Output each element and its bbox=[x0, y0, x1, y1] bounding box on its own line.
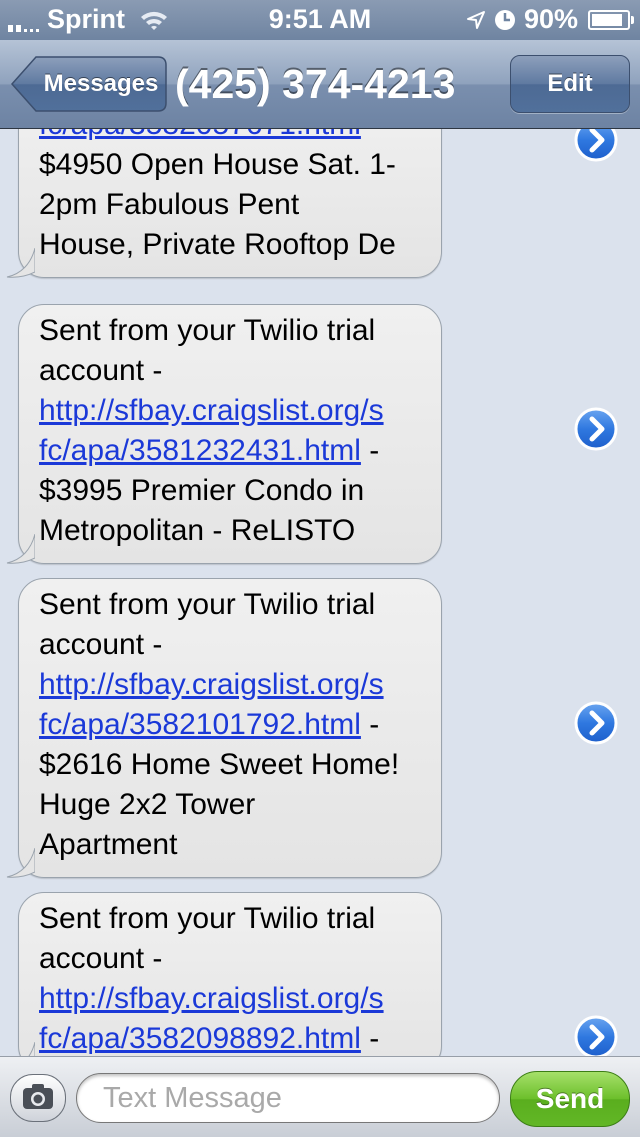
status-bar: Sprint 9:51 AM 90% bbox=[0, 0, 640, 40]
page-title: (425) 374-4213 bbox=[175, 61, 456, 107]
message-text: 2pm Fabulous Pent bbox=[39, 188, 300, 221]
message[interactable]: Sent from your Twilio trial account - http… bbox=[6, 304, 442, 564]
bubble-tail bbox=[6, 248, 35, 278]
message-text: Sent from your Twilio trial bbox=[39, 588, 376, 621]
message-text: - bbox=[361, 129, 379, 141]
message-text: $3995 Premier Condo in bbox=[39, 474, 365, 507]
message-link[interactable]: fc/apa/3582057671.html bbox=[39, 129, 361, 141]
message-bubble[interactable]: Sent from your Twilio trial account - http… bbox=[6, 578, 442, 878]
message-text: $4950 Open House Sat. 1- bbox=[39, 148, 396, 181]
back-button-label: Messages bbox=[43, 70, 159, 97]
edit-button[interactable]: Edit bbox=[510, 55, 630, 113]
message-input-bar: Send bbox=[0, 1056, 640, 1137]
send-button[interactable]: Send bbox=[510, 1071, 630, 1127]
battery-percent: 90% bbox=[523, 4, 578, 34]
detail-disclosure-icon[interactable] bbox=[574, 129, 618, 162]
message-text: House, Private Rooftop De bbox=[39, 228, 396, 261]
text-message-input[interactable] bbox=[76, 1073, 500, 1123]
bubble-tail bbox=[6, 848, 35, 878]
camera-icon bbox=[23, 1084, 53, 1109]
message-bubble[interactable]: fc/apa/3582057671.html - $4950 Open House… bbox=[6, 129, 442, 278]
message-link[interactable]: fc/apa/3582101792.html bbox=[39, 708, 361, 741]
message-text: account - bbox=[39, 628, 163, 661]
detail-disclosure-icon[interactable] bbox=[574, 407, 618, 451]
message-link[interactable]: http://sfbay.craigslist.org/s bbox=[39, 394, 384, 427]
message-bubble[interactable]: Sent from your Twilio trial account - http… bbox=[6, 304, 442, 564]
message-text: account - bbox=[39, 354, 163, 387]
message-text: - bbox=[360, 708, 380, 741]
message-text: Apartment bbox=[39, 828, 178, 861]
detail-disclosure-icon[interactable] bbox=[574, 1015, 618, 1056]
bubble-tail bbox=[28, 1042, 35, 1056]
detail-disclosure-icon[interactable] bbox=[574, 701, 618, 745]
back-button[interactable]: Messages bbox=[10, 55, 168, 113]
message-link[interactable]: http://sfbay.craigslist.org/s bbox=[39, 668, 384, 701]
message-text: - bbox=[360, 434, 380, 467]
message-text: - bbox=[360, 1022, 380, 1055]
camera-button[interactable] bbox=[10, 1074, 66, 1122]
message-text: account - bbox=[39, 942, 163, 975]
battery-icon bbox=[588, 9, 634, 30]
message-link[interactable]: http://sfbay.craigslist.org/s bbox=[39, 982, 384, 1015]
message[interactable]: fc/apa/3582057671.html - $4950 Open House… bbox=[6, 129, 442, 278]
message-text: Sent from your Twilio trial bbox=[39, 902, 376, 935]
message-text: Sent from your Twilio trial bbox=[39, 314, 376, 347]
message-bubble[interactable]: Sent from your Twilio trial account - http… bbox=[18, 892, 442, 1056]
navigation-bar: Messages (425) 374-4213 Edit bbox=[0, 40, 640, 129]
message-text: Huge 2x2 Tower bbox=[39, 788, 256, 821]
message-link[interactable]: fc/apa/3582098892.html bbox=[39, 1022, 361, 1055]
message-text: $2616 Home Sweet Home! bbox=[39, 748, 400, 781]
clock-icon bbox=[494, 9, 515, 30]
status-right-group: 90% bbox=[466, 4, 634, 35]
message-link[interactable]: fc/apa/3581232431.html bbox=[39, 434, 361, 467]
message[interactable]: Sent from your Twilio trial account - http… bbox=[18, 892, 442, 1056]
location-icon bbox=[466, 10, 485, 29]
message-list[interactable]: fc/apa/3582057671.html - $4950 Open House… bbox=[0, 129, 640, 1056]
message[interactable]: Sent from your Twilio trial account - http… bbox=[6, 578, 442, 878]
message-text: Metropolitan - ReLISTO bbox=[39, 514, 356, 547]
bubble-tail bbox=[6, 534, 35, 564]
